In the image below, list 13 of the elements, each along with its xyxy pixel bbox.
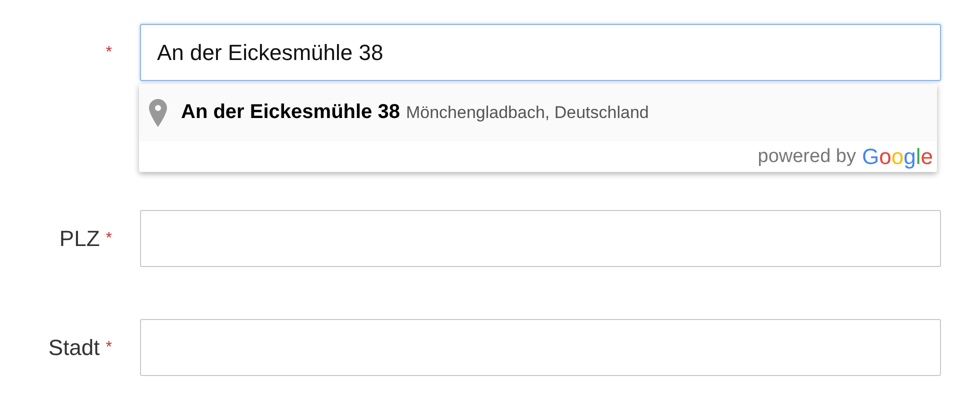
required-mark: * [106,230,112,248]
required-mark: * [106,338,112,356]
attribution-text: powered by [758,146,856,168]
field-label: Stadt [48,334,100,360]
input-field[interactable] [140,210,941,267]
field-label: PLZ [59,226,100,252]
input-field[interactable]: An der Eickesmühle 38 [140,24,941,81]
suggestion-text: An der Eickesmühle 38 Mönchengladbach, Deutschland [181,101,649,124]
suggestion-item[interactable]: An der Eickesmühle 38 Mönchengladbach, Deutschland [139,84,937,141]
required-mark: * [106,44,112,62]
brand-logo: Google [862,144,933,170]
map-pin-icon [149,98,167,126]
input-field[interactable] [140,319,941,376]
